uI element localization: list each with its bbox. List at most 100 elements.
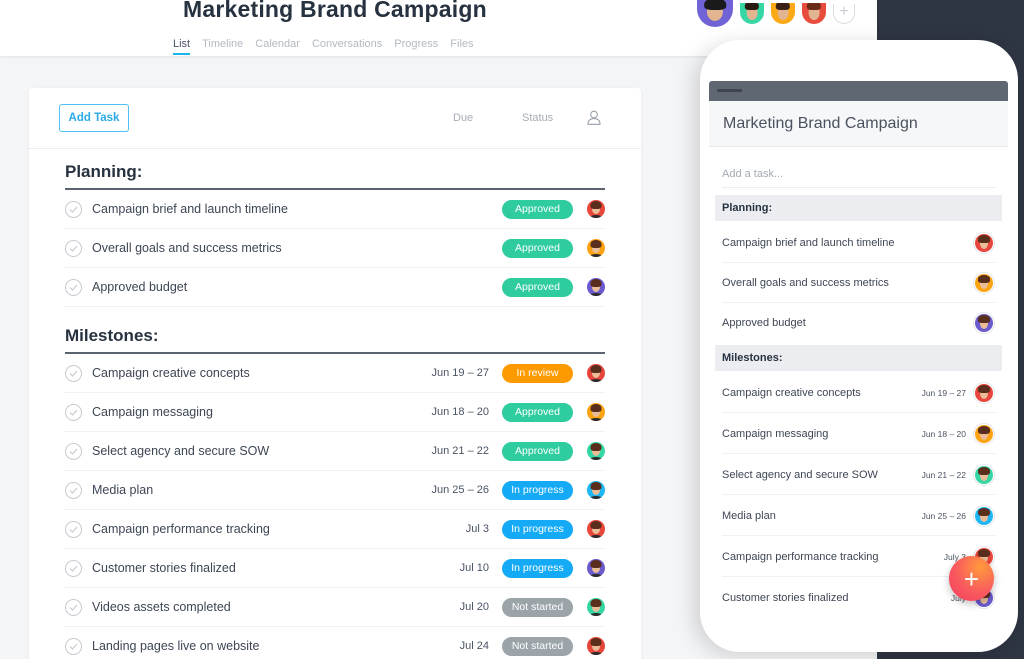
task-row[interactable]: Select agency and secure SOW Jun 21 – 22 A… — [65, 432, 605, 471]
task-row[interactable]: Customer stories finalized Jul 10 In progr… — [65, 549, 605, 588]
assignee-avatar[interactable] — [587, 520, 605, 538]
complete-task-checkmark-icon[interactable] — [65, 200, 82, 218]
mobile-task-row[interactable]: Campaign creative concepts Jun 19 – 27 — [722, 373, 996, 413]
complete-task-checkmark-icon[interactable] — [65, 364, 82, 382]
add-member-plus-icon[interactable]: + — [833, 3, 855, 24]
task-name[interactable]: Media plan — [92, 483, 153, 497]
task-name[interactable]: Customer stories finalized — [92, 561, 236, 575]
complete-task-checkmark-icon[interactable] — [65, 481, 82, 499]
mobile-task-row[interactable]: Approved budget — [722, 306, 996, 340]
complete-task-checkmark-icon[interactable] — [65, 278, 82, 296]
task-name[interactable]: Select agency and secure SOW — [92, 444, 269, 458]
task-row[interactable]: Campaign performance tracking Jul 3 In pro… — [65, 510, 605, 549]
tab-progress[interactable]: Progress — [394, 38, 438, 55]
complete-task-checkmark-icon[interactable] — [65, 559, 82, 577]
task-row[interactable]: Videos assets completed Jul 20 Not started — [65, 588, 605, 627]
task-name[interactable]: Campaign creative concepts — [92, 366, 250, 380]
avatar-hair — [704, 0, 726, 11]
mobile-task-name[interactable]: Campaign creative concepts — [722, 387, 861, 399]
mobile-assignee-avatar[interactable] — [974, 232, 994, 253]
task-status-badge[interactable]: Not started — [502, 597, 573, 617]
assignee-avatar[interactable] — [587, 442, 605, 460]
mobile-task-row[interactable]: Campaign messaging Jun 18 – 20 — [722, 414, 996, 454]
task-row[interactable]: Media plan Jun 25 – 26 In progress — [65, 471, 605, 510]
tab-timeline[interactable]: Timeline — [202, 38, 243, 55]
avatar-hair — [806, 3, 822, 11]
tab-files[interactable]: Files — [450, 38, 473, 55]
mobile-task-row[interactable]: Select agency and secure SOW Jun 21 – 22 — [722, 455, 996, 495]
complete-task-checkmark-icon[interactable] — [65, 442, 82, 460]
avatar-shoulders — [589, 293, 603, 296]
mobile-task-row[interactable]: Media plan Jun 25 – 26 — [722, 496, 996, 536]
assignee-column-person-icon[interactable] — [587, 110, 601, 125]
assignee-avatar[interactable] — [587, 278, 605, 296]
task-status-badge[interactable]: In progress — [502, 558, 573, 578]
mobile-task-row[interactable]: Campaign brief and launch timeline — [722, 223, 996, 263]
mobile-task-name[interactable]: Approved budget — [722, 317, 806, 329]
task-name[interactable]: Landing pages live on website — [92, 639, 259, 653]
assignee-avatar[interactable] — [587, 364, 605, 382]
mobile-task-name[interactable]: Customer stories finalized — [722, 592, 849, 604]
task-name[interactable]: Campaign performance tracking — [92, 522, 270, 536]
member-avatar[interactable] — [740, 3, 764, 24]
member-avatar[interactable] — [697, 0, 733, 27]
mobile-assignee-avatar[interactable] — [974, 505, 994, 526]
member-avatar[interactable] — [802, 3, 826, 24]
mobile-assignee-avatar[interactable] — [974, 313, 994, 333]
assignee-avatar[interactable] — [587, 637, 605, 655]
assignee-avatar[interactable] — [587, 239, 605, 257]
task-status-badge[interactable]: In progress — [502, 519, 573, 539]
task-status-badge[interactable]: Approved — [502, 402, 573, 422]
mobile-task-name[interactable]: Campaign brief and launch timeline — [722, 237, 894, 249]
complete-task-checkmark-icon[interactable] — [65, 637, 82, 655]
mobile-assignee-avatar[interactable] — [974, 423, 994, 444]
task-name[interactable]: Videos assets completed — [92, 600, 231, 614]
complete-task-checkmark-icon[interactable] — [65, 403, 82, 421]
member-avatar[interactable] — [771, 3, 795, 24]
assignee-avatar[interactable] — [587, 559, 605, 577]
mobile-assignee-avatar[interactable] — [974, 464, 994, 485]
assignee-avatar[interactable] — [587, 200, 605, 218]
complete-task-checkmark-icon[interactable] — [65, 520, 82, 538]
task-row[interactable]: Campaign messaging Jun 18 – 20 Approved — [65, 393, 605, 432]
mobile-task-name[interactable]: Campaign messaging — [722, 428, 828, 440]
mobile-assignee-avatar[interactable] — [974, 272, 994, 293]
task-status-badge[interactable]: Not started — [502, 636, 573, 656]
mobile-task-name[interactable]: Overall goals and success metrics — [722, 277, 889, 289]
column-header-due[interactable]: Due — [453, 112, 473, 124]
task-status-badge[interactable]: Approved — [502, 441, 573, 461]
task-name[interactable]: Campaign brief and launch timeline — [92, 202, 288, 216]
assignee-avatar[interactable] — [587, 481, 605, 499]
task-row[interactable]: Campaign brief and launch timeline Approv… — [65, 190, 605, 229]
task-row[interactable]: Landing pages live on website Jul 24 Not s… — [65, 627, 605, 659]
task-row[interactable]: Overall goals and success metrics Approve… — [65, 229, 605, 268]
task-row[interactable]: Approved budget Approved — [65, 268, 605, 307]
task-status-badge[interactable]: Approved — [502, 238, 573, 258]
task-row[interactable]: Campaign creative concepts Jun 19 – 27 In … — [65, 354, 605, 393]
task-status-badge[interactable]: In review — [502, 363, 573, 383]
add-task-button[interactable]: Add Task — [59, 104, 129, 132]
task-name[interactable]: Overall goals and success metrics — [92, 241, 282, 255]
tab-calendar[interactable]: Calendar — [255, 38, 300, 55]
task-status-badge[interactable]: In progress — [502, 480, 573, 500]
tab-conversations[interactable]: Conversations — [312, 38, 382, 55]
complete-task-checkmark-icon[interactable] — [65, 239, 82, 257]
task-name[interactable]: Campaign messaging — [92, 405, 213, 419]
assignee-avatar[interactable] — [587, 403, 605, 421]
mobile-assignee-avatar[interactable] — [974, 382, 994, 403]
assignee-avatar[interactable] — [587, 598, 605, 616]
mobile-task-name[interactable]: Media plan — [722, 510, 776, 522]
mobile-task-row[interactable]: Overall goals and success metrics — [722, 263, 996, 303]
mobile-task-name[interactable]: Campaign performance tracking — [722, 551, 879, 563]
task-status-badge[interactable]: Approved — [502, 277, 573, 297]
checkmark-icon — [69, 487, 78, 494]
tab-list[interactable]: List — [173, 38, 191, 55]
complete-task-checkmark-icon[interactable] — [65, 598, 82, 616]
mobile-task-name[interactable]: Select agency and secure SOW — [722, 469, 878, 481]
task-name[interactable]: Approved budget — [92, 280, 187, 294]
column-header-status[interactable]: Status — [522, 112, 553, 124]
task-status-badge[interactable]: Approved — [502, 199, 573, 219]
checkmark-icon — [69, 370, 78, 377]
mobile-add-fab-plus-icon[interactable]: + — [949, 556, 994, 601]
mobile-add-task-input[interactable] — [722, 160, 996, 188]
